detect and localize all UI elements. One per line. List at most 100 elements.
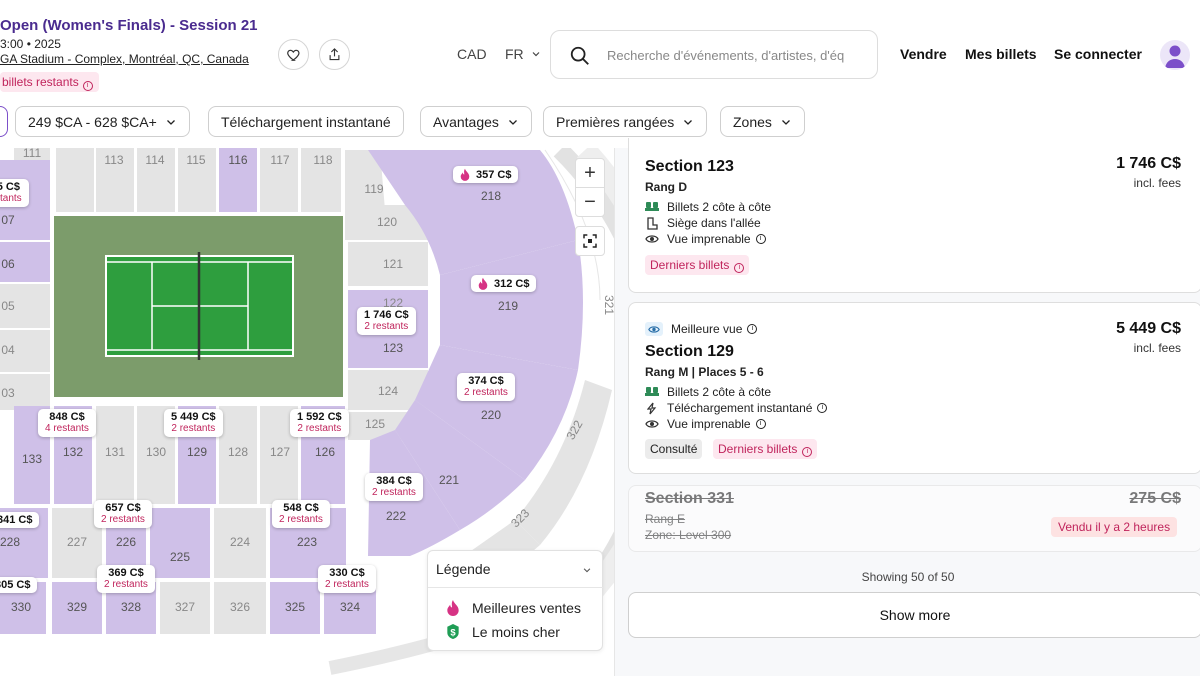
filter-front-rows-chip[interactable]: Premières rangées xyxy=(543,106,708,137)
info-icon[interactable]: i xyxy=(755,419,766,429)
price-tag-remaining: 2 restants xyxy=(171,423,216,434)
price-tag[interactable]: 5 449 C$ 2 restants xyxy=(164,409,223,437)
feature-side-by-side: Billets 2 côte à côte xyxy=(645,200,771,214)
event-venue-link[interactable]: GA Stadium - Complex, Montréal, QC, Cana… xyxy=(0,52,249,66)
map-legend[interactable]: Légende Meilleures ventes $ Le moins che… xyxy=(427,550,604,651)
filter-price-chip[interactable]: 249 $CA - 628 $CA+ xyxy=(15,106,190,137)
svg-text:221: 221 xyxy=(439,473,459,487)
zoom-out-button[interactable]: − xyxy=(575,187,605,217)
svg-text:116: 116 xyxy=(228,153,247,167)
price-tag[interactable]: 1 746 C$ 2 restants xyxy=(357,307,416,335)
chevron-down-icon xyxy=(781,119,790,125)
price-tag[interactable]: 1 592 C$ 2 restants xyxy=(290,409,349,437)
svg-text:328: 328 xyxy=(121,600,141,614)
fire-icon xyxy=(478,277,488,290)
svg-text:04: 04 xyxy=(1,343,15,357)
svg-text:129: 129 xyxy=(187,445,207,459)
price-tag-price: 5 449 C$ xyxy=(171,411,216,423)
svg-text:120: 120 xyxy=(377,215,397,229)
currency-selector[interactable]: CAD xyxy=(457,46,487,62)
search-input[interactable] xyxy=(607,43,859,67)
svg-text:225: 225 xyxy=(170,550,190,564)
chevron-down-icon[interactable] xyxy=(582,565,592,575)
svg-text:$: $ xyxy=(450,627,456,638)
price-tag[interactable]: 657 C$ 2 restants xyxy=(94,500,152,528)
svg-text:123: 123 xyxy=(383,341,403,355)
legend-item-cheapest: $ Le moins cher xyxy=(446,623,560,640)
price-tag[interactable]: 357 C$ xyxy=(453,166,519,183)
chevron-down-icon[interactable] xyxy=(530,48,542,60)
chevron-down-icon xyxy=(166,119,175,125)
listing-price: 1 746 C$ xyxy=(1116,155,1181,172)
fire-icon xyxy=(460,168,470,181)
price-tag[interactable]: 305 C$ xyxy=(0,577,38,593)
svg-text:113: 113 xyxy=(104,153,123,167)
price-tag[interactable]: 5 C$stants xyxy=(0,179,29,207)
svg-text:121: 121 xyxy=(383,257,403,271)
info-icon[interactable]: i xyxy=(747,324,758,334)
price-tag-price: 848 C$ xyxy=(49,411,85,423)
price-tag[interactable]: 848 C$ 4 restants xyxy=(38,409,96,437)
filter-perks-chip[interactable]: Avantages xyxy=(420,106,532,137)
share-button[interactable] xyxy=(319,39,350,70)
filter-instant-download-chip[interactable]: Téléchargement instantané xyxy=(208,106,404,137)
zoom-in-button[interactable]: + xyxy=(575,158,605,188)
user-icon xyxy=(1165,45,1185,68)
show-more-button[interactable]: Show more xyxy=(628,592,1200,638)
chevron-down-icon xyxy=(684,119,693,125)
feature-label: Siège dans l'allée xyxy=(667,216,761,230)
price-tag[interactable]: 374 C$ 2 restants xyxy=(457,373,515,401)
svg-text:228: 228 xyxy=(0,535,20,549)
cheapest-tag-icon: $ xyxy=(447,623,459,640)
price-tag-price: 5 C$ xyxy=(0,181,20,193)
svg-text:327: 327 xyxy=(175,600,195,614)
feature-instant-download: Téléchargement instantané i xyxy=(645,401,828,415)
listing-card[interactable]: Meilleure vue i Section 129 Rang M | Plac… xyxy=(628,302,1200,474)
feature-view: Vue imprenable i xyxy=(645,232,766,246)
nav-my-tickets-link[interactable]: Mes billets xyxy=(965,46,1037,62)
info-icon[interactable]: i xyxy=(817,403,828,413)
section-225[interactable] xyxy=(150,508,210,578)
search-box[interactable] xyxy=(550,30,878,79)
share-icon xyxy=(329,48,340,61)
svg-text:224: 224 xyxy=(230,535,250,549)
fire-icon xyxy=(447,599,459,616)
info-icon[interactable]: i xyxy=(734,263,745,273)
section-row-top[interactable] xyxy=(14,148,341,212)
price-tag-price: 330 C$ xyxy=(329,567,365,579)
event-title: Open (Women's Finals) - Session 21 xyxy=(0,17,258,34)
info-icon[interactable]: i xyxy=(802,447,813,457)
language-selector[interactable]: FR xyxy=(505,46,524,62)
avatar[interactable] xyxy=(1160,40,1190,70)
filter-zones-chip[interactable]: Zones xyxy=(720,106,805,137)
price-tag[interactable]: 548 C$ 2 restants xyxy=(272,500,330,528)
price-tag-remaining: 2 restants xyxy=(364,321,409,332)
filter-front-rows-label: Premières rangées xyxy=(556,113,675,130)
info-icon[interactable]: i xyxy=(755,234,766,244)
price-tag[interactable]: 341 C$ xyxy=(0,512,40,528)
price-tag[interactable]: 384 C$ 2 restants xyxy=(365,473,423,501)
listing-card[interactable]: Section 123 Rang D 1 746 C$ incl. fees B… xyxy=(628,138,1200,293)
price-tag[interactable]: 330 C$ 2 restants xyxy=(318,565,376,593)
svg-text:111: 111 xyxy=(23,148,42,160)
price-tag-price: 1 592 C$ xyxy=(297,411,342,423)
legend-label: Meilleures ventes xyxy=(472,599,581,616)
svg-text:227: 227 xyxy=(67,535,87,549)
info-icon[interactable]: i xyxy=(82,81,93,91)
filter-zones-label: Zones xyxy=(733,113,772,130)
filter-price-label: 249 $CA - 628 $CA+ xyxy=(28,113,157,130)
listing-price: 5 449 C$ xyxy=(1116,320,1181,337)
price-tag[interactable]: 312 C$ xyxy=(471,275,537,292)
nav-login-link[interactable]: Se connecter xyxy=(1054,46,1142,62)
event-header: Open (Women's Finals) - Session 21 3:00 … xyxy=(0,0,1200,98)
filter-chip-quantity[interactable] xyxy=(0,106,8,137)
price-tag-price: 357 C$ xyxy=(460,168,511,181)
nav-sell-link[interactable]: Vendre xyxy=(900,46,947,62)
favorite-button[interactable] xyxy=(278,39,309,70)
feature-aisle: Siège dans l'allée xyxy=(645,216,761,230)
price-tag[interactable]: 369 C$ 2 restants xyxy=(97,565,155,593)
svg-text:124: 124 xyxy=(378,384,398,398)
listings-panel[interactable]: Section 123 Rang D 1 746 C$ incl. fees B… xyxy=(614,138,1200,676)
recenter-button[interactable] xyxy=(575,226,605,256)
chevron-down-icon xyxy=(508,119,517,125)
